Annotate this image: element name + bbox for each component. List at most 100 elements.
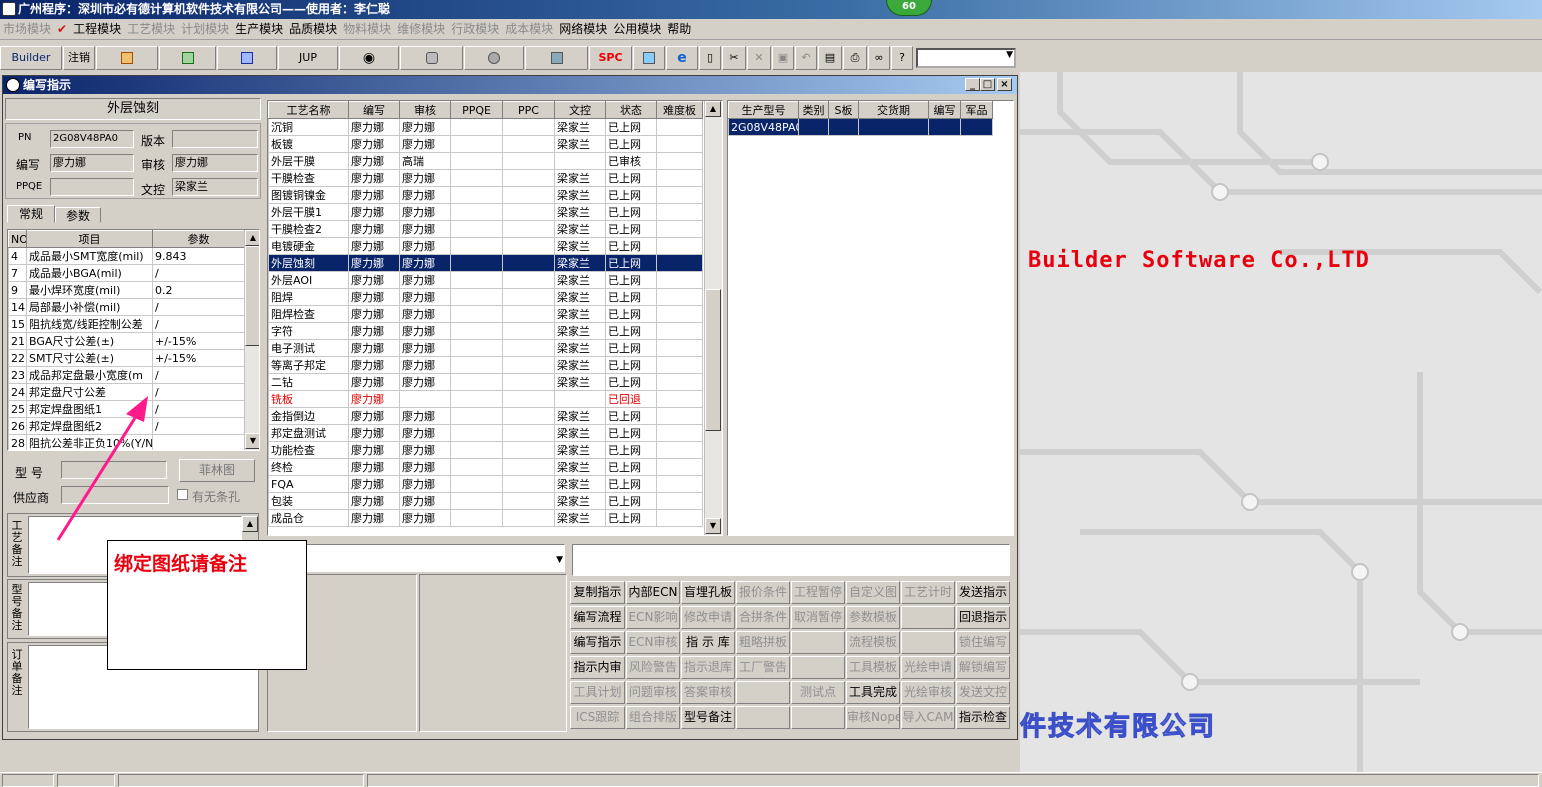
param-scrollbar[interactable]: ▲ ▼ xyxy=(244,230,259,450)
process-cell[interactable] xyxy=(656,356,703,374)
action-button[interactable]: 粗略拼板 xyxy=(736,631,790,654)
print-preview-button[interactable]: ▤ xyxy=(818,46,842,70)
model-col-header[interactable]: 军品 xyxy=(960,101,993,119)
process-cell[interactable]: 阻焊检查 xyxy=(268,305,349,323)
action-button[interactable]: 工具完成 xyxy=(846,681,900,704)
process-cell[interactable] xyxy=(450,237,503,255)
menu-item-5[interactable]: 生产模块 xyxy=(232,19,286,40)
process-cell[interactable]: 金指倒边 xyxy=(268,407,349,425)
process-cell[interactable]: 电镀硬金 xyxy=(268,237,349,255)
process-col-header[interactable]: 工艺名称 xyxy=(268,101,349,119)
process-cell[interactable] xyxy=(656,322,703,340)
process-cell[interactable]: 已上网 xyxy=(605,407,657,425)
param-cell[interactable]: 局部最小补偿(mil) xyxy=(26,298,153,316)
action-button[interactable]: 回退指示 xyxy=(956,606,1010,629)
param-cell[interactable]: 最小焊环宽度(mil) xyxy=(26,281,153,299)
process-cell[interactable]: 铣板 xyxy=(268,390,349,408)
action-button[interactable] xyxy=(901,606,955,629)
process-cell[interactable] xyxy=(502,186,555,204)
process-cell[interactable]: 梁家兰 xyxy=(554,220,606,238)
menu-item-12[interactable]: 公用模块 xyxy=(610,19,664,40)
process-cell[interactable]: 廖力娜 xyxy=(399,169,451,187)
process-cell[interactable]: 廖力娜 xyxy=(399,186,451,204)
process-cell[interactable]: 梁家兰 xyxy=(554,373,606,391)
action-button[interactable]: 自定义图 xyxy=(846,581,900,604)
param-cell[interactable]: / xyxy=(152,417,245,435)
process-cell[interactable]: 已上网 xyxy=(605,356,657,374)
process-cell[interactable]: 等离子邦定 xyxy=(268,356,349,374)
process-cell[interactable]: 外层干膜 xyxy=(268,152,349,170)
process-cell[interactable] xyxy=(450,169,503,187)
process-cell[interactable] xyxy=(656,135,703,153)
model-col-header[interactable]: 生产型号 xyxy=(728,101,799,119)
process-cell[interactable] xyxy=(656,186,703,204)
process-cell[interactable]: 梁家兰 xyxy=(554,271,606,289)
param-cell[interactable]: +/-15% xyxy=(152,332,245,350)
process-cell[interactable]: 已上网 xyxy=(605,458,657,476)
process-cell[interactable] xyxy=(450,424,503,442)
action-button[interactable]: 编写流程 xyxy=(570,606,625,629)
menu-item-4[interactable]: 计划模块 xyxy=(178,19,232,40)
process-cell[interactable]: 廖力娜 xyxy=(399,203,451,221)
param-row[interactable]: 9 最小焊环宽度(mil) 0.2 xyxy=(8,281,245,299)
process-cell[interactable] xyxy=(450,220,503,238)
action-button[interactable]: 工艺计时 xyxy=(901,581,955,604)
process-cell[interactable]: 梁家兰 xyxy=(554,407,606,425)
process-cell[interactable]: 梁家兰 xyxy=(554,492,606,510)
logout-button[interactable]: 注销 xyxy=(63,46,95,70)
action-button[interactable]: 光绘申请 xyxy=(901,656,955,679)
process-cell[interactable] xyxy=(656,203,703,221)
table-row[interactable]: 邦定盘测试 廖力娜 廖力娜 梁家兰 已上网 xyxy=(268,424,703,442)
slot-hole-checkbox[interactable] xyxy=(177,489,188,500)
process-cell[interactable]: 廖力娜 xyxy=(399,356,451,374)
process-cell[interactable]: 廖力娜 xyxy=(348,458,400,476)
process-cell[interactable] xyxy=(450,458,503,476)
action-button[interactable]: 修改申请 xyxy=(681,606,735,629)
action-button[interactable]: ICS跟踪 xyxy=(570,706,625,729)
table-row[interactable]: FQA 廖力娜 廖力娜 梁家兰 已上网 xyxy=(268,475,703,493)
process-cell[interactable] xyxy=(450,441,503,459)
action-button[interactable]: 复制指示 xyxy=(570,581,625,604)
process-cell[interactable] xyxy=(656,169,703,187)
action-button[interactable]: 型号备注 xyxy=(681,706,735,729)
param-cell[interactable]: / xyxy=(152,315,245,333)
action-button[interactable]: ECN影响 xyxy=(626,606,680,629)
process-cell[interactable] xyxy=(502,305,555,323)
param-cell[interactable]: / xyxy=(152,366,245,384)
process-cell[interactable] xyxy=(502,356,555,374)
param-row[interactable]: 22 SMT尺寸公差(±) +/-15% xyxy=(8,349,245,367)
process-scrollbar[interactable]: ▲ ▼ xyxy=(704,101,722,535)
param-cell[interactable]: 21 xyxy=(8,332,27,350)
process-cell[interactable] xyxy=(450,118,503,136)
process-cell[interactable]: 已上网 xyxy=(605,118,657,136)
process-cell[interactable]: 廖力娜 xyxy=(348,441,400,459)
process-cell[interactable]: 廖力娜 xyxy=(348,322,400,340)
process-cell[interactable]: 图镀铜镍金 xyxy=(268,186,349,204)
action-button[interactable]: 合拼条件 xyxy=(736,606,790,629)
process-cell[interactable]: 廖力娜 xyxy=(399,237,451,255)
message-field[interactable] xyxy=(572,544,1010,576)
toolbar-combo[interactable]: ▼ xyxy=(916,48,1016,68)
process-cell[interactable] xyxy=(502,169,555,187)
param-cell[interactable]: / xyxy=(152,298,245,316)
table-row[interactable]: 铣板 廖力娜 已回退 xyxy=(268,390,703,408)
process-cell[interactable]: 廖力娜 xyxy=(348,475,400,493)
table-row[interactable]: 电子测试 廖力娜 廖力娜 梁家兰 已上网 xyxy=(268,339,703,357)
process-cell[interactable] xyxy=(502,118,555,136)
process-cell[interactable]: 已上网 xyxy=(605,220,657,238)
process-cell[interactable] xyxy=(450,475,503,493)
process-cell[interactable]: FQA xyxy=(268,475,349,493)
process-cell[interactable]: 已上网 xyxy=(605,492,657,510)
model-cell[interactable] xyxy=(858,118,929,136)
param-cell[interactable]: 0.2 xyxy=(152,281,245,299)
process-cell[interactable]: 梁家兰 xyxy=(554,118,606,136)
action-button[interactable] xyxy=(901,631,955,654)
cut-button[interactable]: ✂ xyxy=(722,46,746,70)
process-cell[interactable] xyxy=(656,339,703,357)
menu-item-7[interactable]: 物料模块 xyxy=(340,19,394,40)
process-cell[interactable]: 已上网 xyxy=(605,424,657,442)
process-cell[interactable] xyxy=(450,271,503,289)
param-cell[interactable]: 成品邦定盘最小宽度(m xyxy=(26,366,153,384)
table-row[interactable]: 电镀硬金 廖力娜 廖力娜 梁家兰 已上网 xyxy=(268,237,703,255)
process-cell[interactable] xyxy=(450,186,503,204)
